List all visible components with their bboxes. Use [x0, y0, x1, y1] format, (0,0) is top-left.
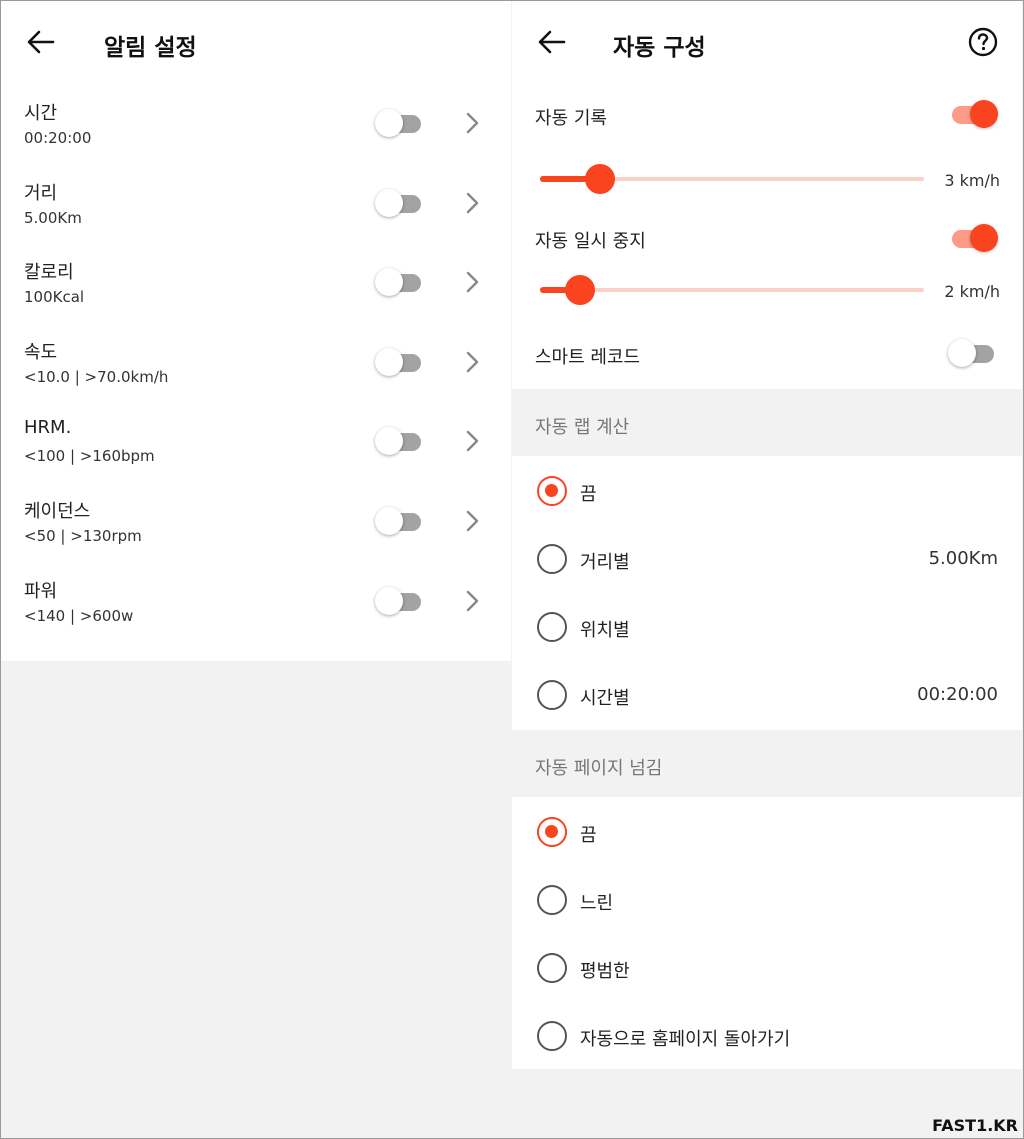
- radio-option[interactable]: 끔: [512, 456, 1022, 524]
- help-icon[interactable]: [968, 27, 998, 57]
- alert-item-value: 5.00Km: [24, 208, 82, 227]
- alert-item-label: 거리: [24, 182, 58, 204]
- alert-item-label: HRM.: [24, 417, 72, 439]
- smart-record-toggle[interactable]: [948, 336, 998, 367]
- alert-item-value: <140 | >600w: [24, 606, 134, 625]
- radio-button[interactable]: [537, 817, 567, 847]
- auto-record-slider-row: 3 km/h: [512, 143, 1022, 207]
- chevron-right-icon[interactable]: [461, 509, 483, 533]
- auto-pause-slider-row: 2 km/h: [512, 267, 1022, 331]
- slider-thumb[interactable]: [565, 275, 595, 305]
- alert-item-label: 칼로리: [24, 262, 74, 284]
- radio-option-label: 평범한: [580, 961, 630, 982]
- chevron-right-icon[interactable]: [461, 589, 483, 613]
- alert-item[interactable]: 속도 <10.0 | >70.0km/h: [1, 322, 511, 402]
- alert-list: 시간 00:20:00 거리 5.00Km 칼로리 100Kcal 속도 <10.0 | >7…: [1, 83, 511, 661]
- alert-item-toggle[interactable]: [375, 106, 425, 137]
- alert-item[interactable]: 거리 5.00Km: [1, 163, 511, 243]
- radio-button[interactable]: [537, 612, 567, 642]
- radio-option-label: 시간별: [580, 688, 630, 709]
- auto-config-panel: 자동 구성 자동 기록 3 km/h 자동 일시 중지 2 km/h 스마트 레…: [512, 1, 1022, 1137]
- auto-lap-header-label: 자동 랩 계산: [535, 417, 630, 438]
- auto-record-speed-value: 3 km/h: [944, 171, 1000, 190]
- auto-page-options: 끔느린평범한자동으로 홈페이지 돌아가기: [512, 797, 1022, 1069]
- chevron-right-icon[interactable]: [461, 429, 483, 453]
- auto-pause-speed-slider[interactable]: [540, 275, 924, 305]
- radio-button[interactable]: [537, 544, 567, 574]
- alert-item[interactable]: 파워 <140 | >600w: [1, 561, 511, 641]
- alert-item-value: 00:20:00: [24, 129, 92, 147]
- auto-pause-label: 자동 일시 중지: [535, 231, 646, 252]
- alert-item-label: 파워: [24, 580, 58, 602]
- radio-option[interactable]: 느린: [512, 865, 1022, 933]
- alert-item-label: 속도: [24, 341, 58, 363]
- radio-option[interactable]: 평범한: [512, 933, 1022, 1001]
- alert-item-value: <50 | >130rpm: [24, 526, 142, 545]
- auto-config-header: 자동 구성: [512, 1, 1022, 83]
- radio-option[interactable]: 시간별 00:20:00: [512, 660, 1022, 728]
- radio-option-label: 자동으로 홈페이지 돌아가기: [580, 1029, 791, 1050]
- auto-record-speed-slider[interactable]: [540, 164, 924, 194]
- alert-item-toggle[interactable]: [375, 186, 425, 217]
- auto-page-header-label: 자동 페이지 넘김: [535, 758, 663, 779]
- alert-item-toggle[interactable]: [375, 424, 425, 456]
- chevron-right-icon[interactable]: [461, 270, 483, 294]
- alert-item-value: <10.0 | >70.0km/h: [24, 367, 169, 386]
- chevron-right-icon[interactable]: [461, 191, 483, 215]
- auto-record-row[interactable]: 자동 기록: [512, 83, 1022, 143]
- radio-button[interactable]: [537, 953, 567, 983]
- radio-option-label: 끔: [580, 825, 597, 846]
- page-title: 자동 구성: [613, 35, 706, 61]
- radio-option-value: 00:20:00: [917, 684, 998, 705]
- alert-settings-panel: 알림 설정 시간 00:20:00 거리 5.00Km 칼로리 100Kcal 속도 <10.…: [1, 1, 511, 1137]
- smart-record-label: 스마트 레코드: [535, 347, 641, 368]
- page-title: 알림 설정: [104, 35, 197, 61]
- radio-option-label: 거리별: [580, 552, 630, 573]
- alert-item-value: <100 | >160bpm: [24, 447, 155, 466]
- watermark: FAST1.KR: [932, 1116, 1018, 1135]
- auto-pause-toggle[interactable]: [948, 221, 998, 252]
- radio-option[interactable]: 거리별 5.00Km: [512, 524, 1022, 592]
- alert-item-toggle[interactable]: [375, 345, 425, 376]
- alert-item-toggle[interactable]: [375, 584, 425, 615]
- smart-record-row[interactable]: 스마트 레코드: [512, 323, 1022, 389]
- auto-record-toggle[interactable]: [948, 97, 998, 128]
- auto-pause-row[interactable]: 자동 일시 중지: [512, 207, 1022, 267]
- radio-button[interactable]: [537, 680, 567, 710]
- auto-record-label: 자동 기록: [535, 108, 607, 129]
- back-arrow-icon[interactable]: [536, 29, 568, 55]
- back-arrow-icon[interactable]: [25, 29, 57, 55]
- radio-option-label: 느린: [580, 893, 614, 914]
- radio-button[interactable]: [537, 885, 567, 915]
- auto-pause-speed-value: 2 km/h: [944, 282, 1000, 301]
- radio-option-label: 끔: [580, 484, 597, 505]
- alert-item[interactable]: 시간 00:20:00: [1, 83, 511, 163]
- auto-page-section-header: 자동 페이지 넘김: [512, 730, 1022, 797]
- radio-button[interactable]: [537, 476, 567, 506]
- auto-config-settings: 자동 기록 3 km/h 자동 일시 중지 2 km/h 스마트 레코드: [512, 83, 1022, 389]
- radio-option-value: 5.00Km: [928, 548, 998, 569]
- radio-option[interactable]: 자동으로 홈페이지 돌아가기: [512, 1001, 1022, 1069]
- alert-item-label: 케이던스: [24, 500, 91, 522]
- radio-button[interactable]: [537, 1021, 567, 1051]
- alert-item[interactable]: 칼로리 100Kcal: [1, 242, 511, 322]
- chevron-right-icon[interactable]: [461, 350, 483, 374]
- radio-option-label: 위치별: [580, 620, 630, 641]
- slider-thumb[interactable]: [585, 164, 615, 194]
- alert-item[interactable]: 케이던스 <50 | >130rpm: [1, 481, 511, 561]
- chevron-right-icon[interactable]: [461, 111, 483, 135]
- alert-item-value: 100Kcal: [24, 288, 85, 307]
- radio-option[interactable]: 끔: [512, 797, 1022, 865]
- alert-item-toggle[interactable]: [375, 504, 425, 535]
- auto-lap-section-header: 자동 랩 계산: [512, 389, 1022, 456]
- radio-option[interactable]: 위치별: [512, 592, 1022, 660]
- alert-item-toggle[interactable]: [375, 265, 425, 297]
- auto-lap-options: 끔거리별 5.00Km 위치별시간별 00:20:00: [512, 456, 1022, 730]
- alert-item[interactable]: HRM. <100 | >160bpm: [1, 401, 511, 481]
- alert-settings-header: 알림 설정: [1, 1, 511, 83]
- alert-item-label: 시간: [24, 103, 58, 124]
